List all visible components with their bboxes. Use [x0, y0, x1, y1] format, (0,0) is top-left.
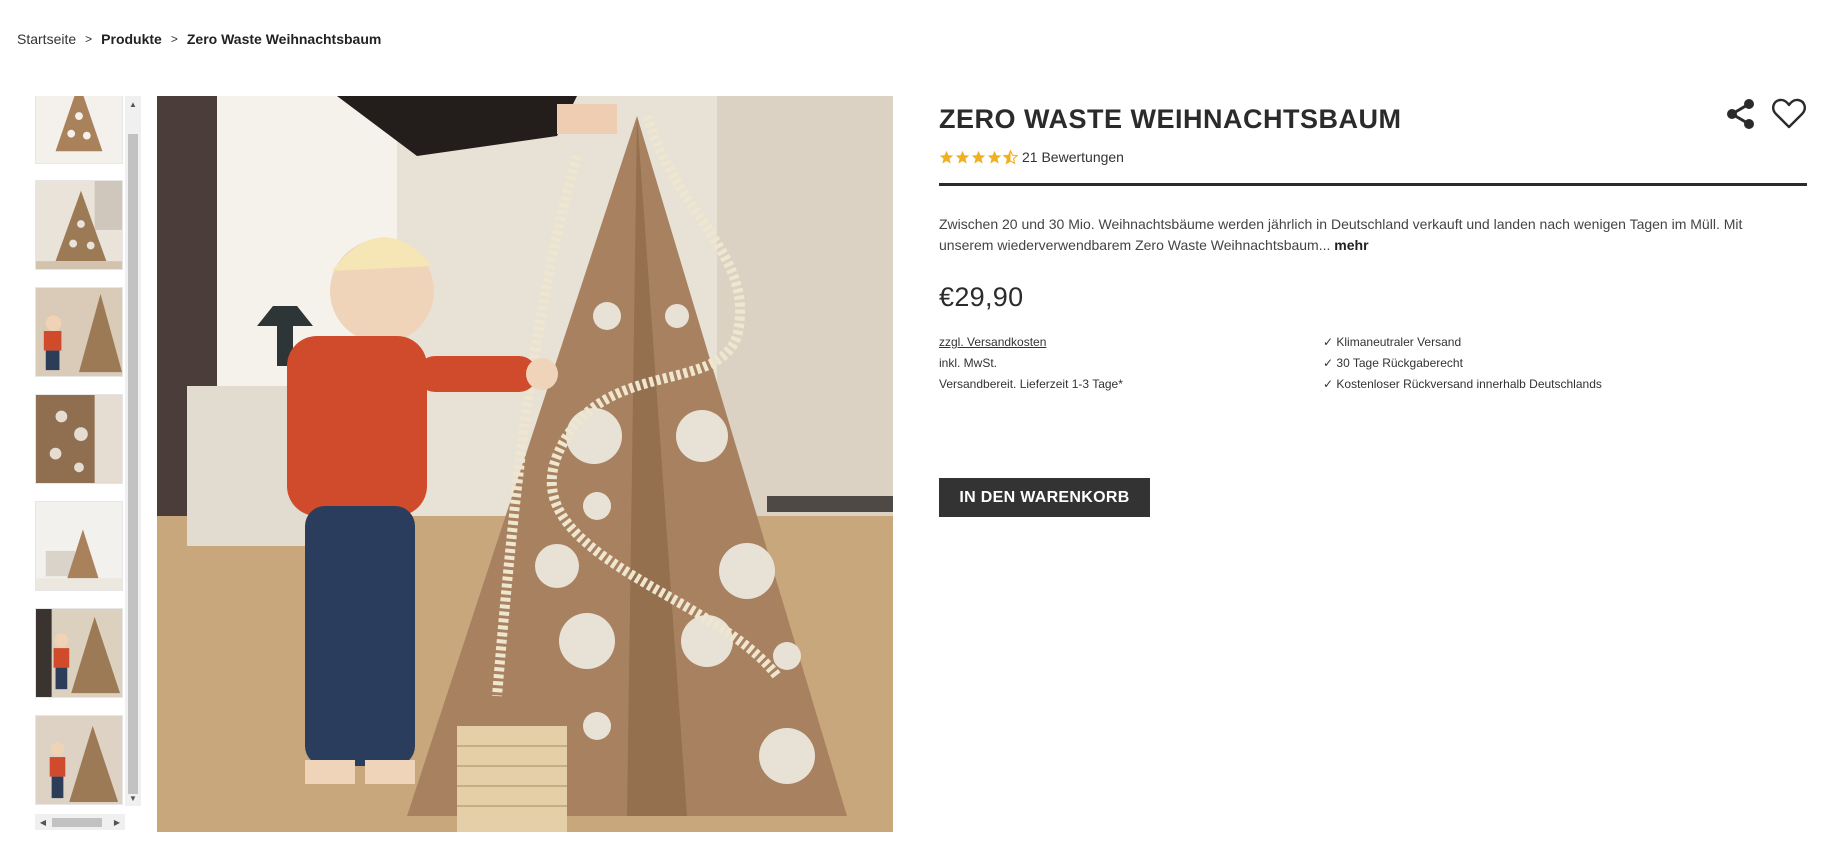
thumbnail-image — [36, 96, 122, 163]
scroll-left-arrow[interactable]: ◀ — [35, 814, 51, 830]
heart-icon[interactable] — [1771, 96, 1807, 132]
rating-count[interactable]: 21 Bewertungen — [1022, 149, 1124, 165]
thumbnail-3[interactable] — [35, 287, 123, 377]
thumbnail-4[interactable] — [35, 394, 123, 484]
thumbnail-1[interactable] — [35, 96, 123, 164]
main-product-image[interactable] — [157, 96, 893, 832]
add-to-cart-button[interactable]: IN DEN WARENKORB — [939, 478, 1150, 517]
star-icon — [955, 150, 970, 163]
vat-text: inkl. MwSt. — [939, 356, 998, 370]
shipping-info: zzgl. Versandkosten inkl. MwSt. Versandb… — [939, 332, 1323, 395]
scroll-right-arrow[interactable]: ▶ — [109, 814, 125, 830]
thumbnail-gallery: ▲ ▼ ◀ ▶ — [35, 96, 141, 834]
vertical-scroll-thumb[interactable] — [128, 134, 138, 794]
breadcrumb-home-link[interactable]: Startseite — [17, 31, 76, 47]
breadcrumb-current: Zero Waste Weihnachtsbaum — [186, 31, 382, 47]
product-info: ZERO WASTE WEIHNACHTSBAUM 21 Bewertungen — [939, 96, 1807, 517]
scroll-down-arrow[interactable]: ▼ — [125, 790, 141, 806]
thumbnail-image — [36, 395, 122, 483]
delivery-text: Versandbereit. Lieferzeit 1-3 Tage* — [939, 377, 1123, 391]
star-icon — [971, 150, 986, 163]
product-price: €29,90 — [939, 282, 1024, 312]
breadcrumb-category-link[interactable]: Produkte — [101, 31, 162, 47]
product-description: Zwischen 20 und 30 Mio. Weihnachtsbäume … — [939, 214, 1779, 256]
breadcrumb-separator: > — [170, 32, 178, 46]
thumbnail-2[interactable] — [35, 180, 123, 270]
scroll-up-arrow[interactable]: ▲ — [125, 96, 141, 112]
horizontal-scroll-thumb[interactable] — [52, 818, 102, 827]
thumbnail-list — [35, 96, 125, 806]
thumbnail-6[interactable] — [35, 608, 123, 698]
horizontal-scrollbar[interactable]: ◀ ▶ — [35, 814, 125, 830]
rating-stars — [939, 149, 1018, 165]
shipping-costs-link[interactable]: zzgl. Versandkosten — [939, 332, 1323, 353]
breadcrumb: Startseite > Produkte > Zero Waste Weihn… — [17, 31, 381, 47]
product-photo — [157, 96, 893, 832]
product-rating[interactable]: 21 Bewertungen — [939, 149, 1807, 165]
thumbnail-image — [36, 609, 122, 697]
benefits-list: ✓ Klimaneutraler Versand ✓ 30 Tage Rückg… — [1323, 332, 1723, 395]
vertical-scrollbar[interactable]: ▲ ▼ — [125, 96, 141, 806]
star-icon — [987, 150, 1002, 163]
thumbnail-image — [36, 181, 122, 269]
product-details: zzgl. Versandkosten inkl. MwSt. Versandb… — [939, 332, 1807, 395]
star-icon — [939, 150, 954, 163]
thumbnail-image — [36, 502, 122, 590]
share-icon[interactable] — [1723, 96, 1759, 132]
thumbnail-image — [36, 288, 122, 376]
benefit-item: ✓ Kostenloser Rückversand innerhalb Deut… — [1323, 377, 1602, 391]
more-link[interactable]: mehr — [1334, 237, 1368, 253]
benefit-item: ✓ 30 Tage Rückgaberecht — [1323, 356, 1463, 370]
breadcrumb-separator: > — [85, 32, 93, 46]
half-star-icon — [1003, 149, 1018, 165]
title-divider — [939, 183, 1807, 186]
benefit-item: ✓ Klimaneutraler Versand — [1323, 335, 1462, 349]
thumbnail-7[interactable] — [35, 715, 123, 805]
thumbnail-image — [36, 716, 122, 804]
product-actions — [1723, 96, 1807, 132]
thumbnail-5[interactable] — [35, 501, 123, 591]
product-title: ZERO WASTE WEIHNACHTSBAUM — [939, 104, 1402, 134]
